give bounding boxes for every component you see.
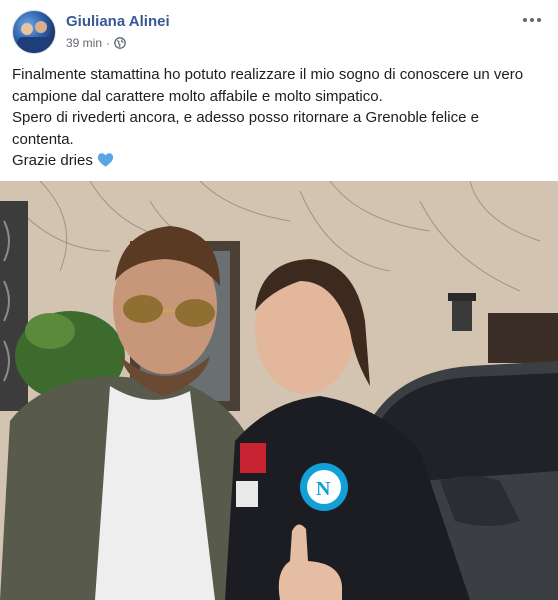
facebook-post: Giuliana Alinei 39 min · Finalmente stam… bbox=[0, 0, 558, 600]
post-photo[interactable]: N bbox=[0, 181, 558, 600]
avatar-jersey bbox=[17, 37, 53, 53]
blue-heart-icon bbox=[97, 153, 114, 167]
sponsor-patch bbox=[240, 443, 266, 473]
wall-lamp-top bbox=[448, 293, 476, 301]
post-header: Giuliana Alinei 39 min · bbox=[12, 10, 546, 56]
doorway bbox=[488, 313, 558, 363]
wall-lamp bbox=[452, 301, 472, 331]
sleeve-patch bbox=[236, 481, 258, 507]
meta-separator: · bbox=[106, 36, 111, 50]
plant-leaves bbox=[25, 313, 75, 349]
post-paragraph: Spero di rivederti ancora, e adesso poss… bbox=[12, 109, 479, 148]
post-timestamp[interactable]: 39 min bbox=[66, 36, 102, 50]
photo-illustration: N bbox=[0, 181, 558, 600]
sunglasses-right bbox=[175, 299, 215, 327]
avatar-face bbox=[35, 21, 47, 33]
author-avatar[interactable] bbox=[12, 10, 56, 54]
post-paragraph: Finalmente stamattina ho potuto realizza… bbox=[12, 66, 524, 105]
globe-icon[interactable] bbox=[114, 37, 126, 49]
avatar-face bbox=[21, 23, 33, 35]
post-paragraph-text: Grazie dries bbox=[12, 152, 93, 169]
post-paragraph-last: Grazie dries bbox=[12, 150, 542, 172]
author-name[interactable]: Giuliana Alinei bbox=[66, 13, 170, 30]
more-options-icon[interactable] bbox=[518, 10, 546, 30]
post-meta: 39 min · bbox=[66, 36, 126, 50]
post-text: Finalmente stamattina ho potuto realizza… bbox=[12, 64, 542, 172]
napoli-badge-letter: N bbox=[316, 478, 331, 500]
sunglasses-left bbox=[123, 295, 163, 323]
